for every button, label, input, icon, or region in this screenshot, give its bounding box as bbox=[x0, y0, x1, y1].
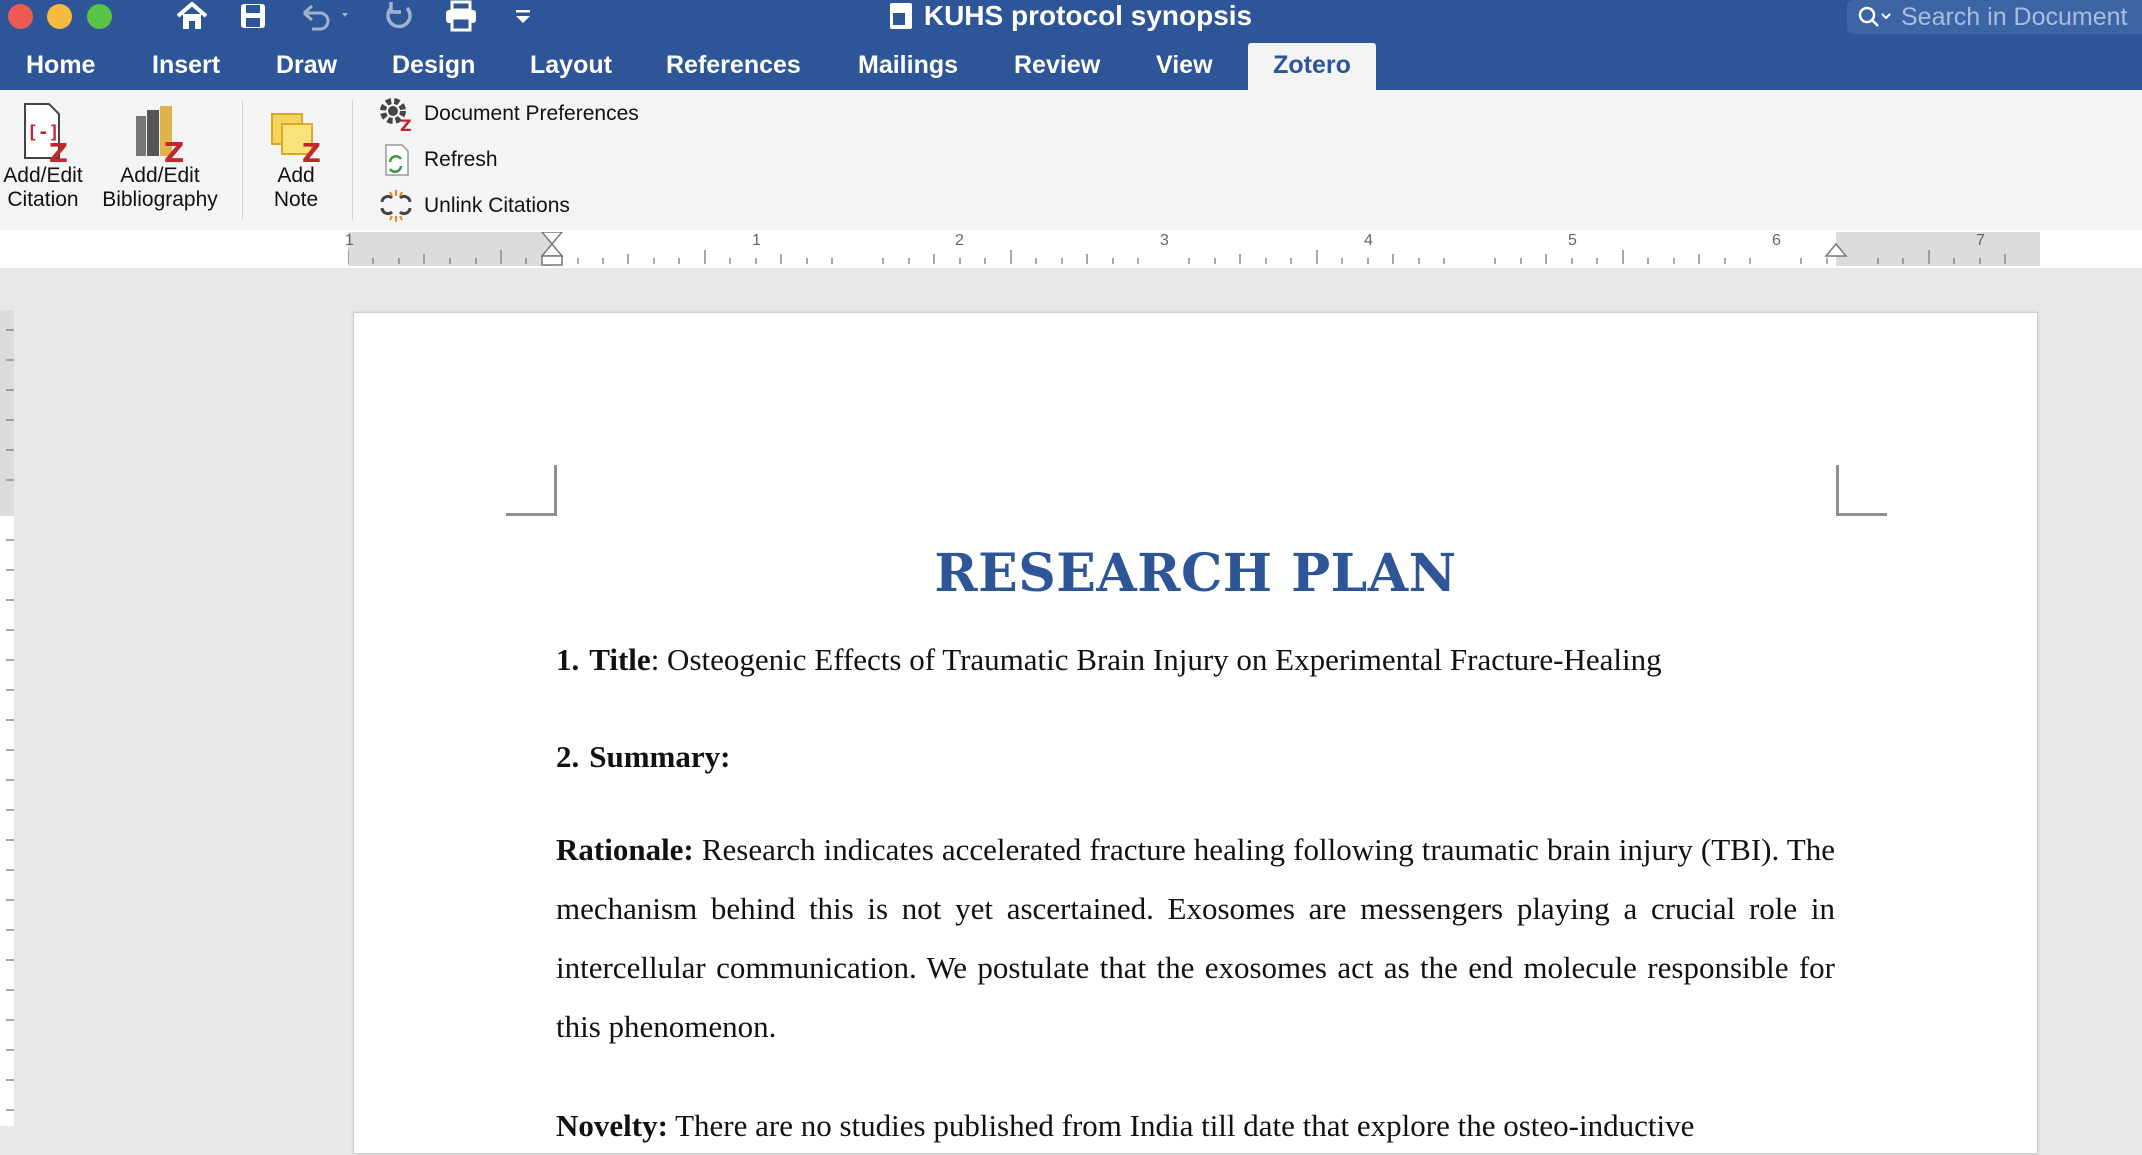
svg-text:Z: Z bbox=[400, 116, 412, 132]
document-preferences-label: Document Preferences bbox=[424, 102, 639, 125]
tab-references[interactable]: References bbox=[666, 43, 801, 90]
add-note-label-1: Add bbox=[277, 164, 315, 187]
document-body[interactable]: RESEARCH PLAN 1. Title: Osteogenic Effect… bbox=[556, 543, 1835, 1155]
title-text: : Osteogenic Effects of Traumatic Brain … bbox=[650, 642, 1662, 677]
ribbon-tabs: Home Insert Draw Design Layout Reference… bbox=[0, 43, 2142, 90]
tab-mailings[interactable]: Mailings bbox=[858, 43, 958, 90]
tab-draw[interactable]: Draw bbox=[276, 43, 337, 90]
zotero-ribbon: [-] Z Add/Edit Citation Z Add/Edit Biblio… bbox=[0, 90, 2142, 231]
title-bar: KUHS protocol synopsis Search in Documen… bbox=[0, 0, 2142, 90]
add-note-label-2: Note bbox=[273, 188, 319, 211]
ruler-number: 1 bbox=[345, 232, 354, 249]
refresh-label: Refresh bbox=[424, 148, 498, 171]
tab-review[interactable]: Review bbox=[1014, 43, 1100, 90]
horizontal-ruler[interactable]: 1 1 2 3 4 5 6 7 bbox=[345, 232, 2040, 266]
summary-heading: 2. Summary: bbox=[556, 727, 1835, 786]
add-edit-citation-button[interactable]: [-] Z Add/Edit Citation bbox=[0, 102, 86, 212]
search-field[interactable]: Search in Document bbox=[1847, 0, 2142, 34]
add-edit-citation-label-2: Citation bbox=[7, 188, 79, 211]
save-icon[interactable] bbox=[235, 0, 271, 32]
unlink-citations-label: Unlink Citations bbox=[424, 194, 570, 217]
add-citation-icon: [-] Z bbox=[13, 102, 73, 169]
ribbon-separator bbox=[352, 100, 353, 220]
crop-mark-top-right bbox=[1836, 465, 1887, 516]
bibliography-icon: Z bbox=[130, 102, 190, 169]
note-icon: Z bbox=[268, 110, 324, 169]
gear-icon: Z bbox=[378, 96, 414, 132]
title-label: Title bbox=[589, 642, 651, 677]
word-document-icon bbox=[889, 3, 912, 29]
title-paragraph: 1. Title: Osteogenic Effects of Traumatic… bbox=[556, 630, 1835, 689]
rationale-text: Research indicates accelerated fracture … bbox=[556, 832, 1835, 1044]
customize-icon[interactable] bbox=[508, 0, 538, 32]
add-edit-bibliography-label-2: Bibliography bbox=[102, 188, 218, 211]
tab-design[interactable]: Design bbox=[392, 43, 475, 90]
redo-icon[interactable] bbox=[378, 0, 418, 32]
tab-insert[interactable]: Insert bbox=[152, 43, 220, 90]
home-icon[interactable] bbox=[172, 0, 212, 32]
zoom-window-button[interactable] bbox=[87, 4, 112, 29]
print-icon[interactable] bbox=[440, 0, 482, 32]
svg-text:Z: Z bbox=[302, 139, 321, 164]
refresh-icon bbox=[378, 142, 414, 178]
tab-view[interactable]: View bbox=[1156, 43, 1213, 90]
ruler-number: 3 bbox=[1160, 232, 1169, 249]
tab-layout[interactable]: Layout bbox=[530, 43, 612, 90]
add-edit-bibliography-button[interactable]: Z Add/Edit Bibliography bbox=[96, 102, 224, 212]
crop-mark-top-left bbox=[506, 465, 557, 516]
ribbon-separator bbox=[242, 100, 243, 220]
tab-zotero[interactable]: Zotero bbox=[1248, 43, 1376, 90]
window-title-text: KUHS protocol synopsis bbox=[923, 0, 1253, 31]
ruler-number: 1 bbox=[752, 232, 761, 249]
minimize-window-button[interactable] bbox=[47, 4, 72, 29]
ruler-number: 5 bbox=[1568, 232, 1577, 249]
rationale-paragraph: Rationale: Research indicates accelerate… bbox=[556, 820, 1835, 1056]
search-icon bbox=[1857, 5, 1893, 29]
close-window-button[interactable] bbox=[8, 4, 33, 29]
document-page[interactable]: RESEARCH PLAN 1. Title: Osteogenic Effect… bbox=[353, 312, 2038, 1154]
svg-text:Z: Z bbox=[49, 139, 68, 164]
unlink-icon bbox=[378, 188, 414, 224]
undo-icon[interactable] bbox=[296, 0, 356, 32]
document-heading: RESEARCH PLAN bbox=[934, 543, 1457, 604]
add-note-button[interactable]: Z Add Note bbox=[258, 110, 334, 212]
svg-text:Z: Z bbox=[164, 136, 184, 164]
ruler-number: 6 bbox=[1772, 232, 1781, 249]
item2-number: 2. bbox=[556, 739, 580, 774]
ruler-number: 7 bbox=[1976, 232, 1985, 249]
search-placeholder: Search in Document bbox=[1901, 3, 2128, 31]
ruler-number: 4 bbox=[1364, 232, 1373, 249]
add-edit-bibliography-label-1: Add/Edit bbox=[120, 164, 200, 187]
tab-home[interactable]: Home bbox=[26, 43, 95, 90]
refresh-button[interactable]: Refresh bbox=[378, 140, 498, 180]
item1-number: 1. bbox=[556, 642, 580, 677]
unlink-citations-button[interactable]: Unlink Citations bbox=[378, 186, 570, 226]
rationale-label: Rationale: bbox=[556, 832, 694, 867]
vertical-ruler[interactable] bbox=[0, 310, 15, 1126]
add-edit-citation-label-1: Add/Edit bbox=[3, 164, 83, 187]
summary-label: Summary: bbox=[589, 739, 731, 774]
document-preferences-button[interactable]: Z Document Preferences bbox=[378, 94, 639, 134]
horizontal-ruler-bar: 1 1 2 3 4 5 6 7 bbox=[0, 230, 2142, 268]
ruler-number: 2 bbox=[955, 232, 964, 249]
